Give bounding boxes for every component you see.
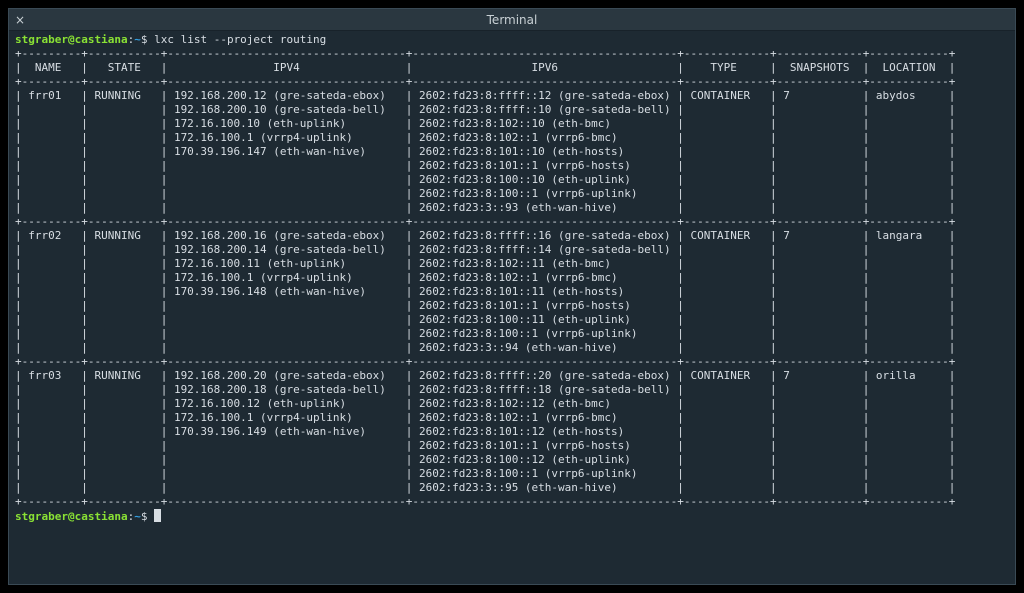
terminal-window: × Terminal stgraber@castiana:~$ lxc list…	[8, 8, 1016, 585]
close-icon[interactable]: ×	[9, 9, 31, 31]
prompt-userhost: stgraber@castiana	[15, 33, 128, 46]
prompt-userhost: stgraber@castiana	[15, 510, 128, 523]
titlebar[interactable]: × Terminal	[9, 9, 1015, 31]
command-text: lxc list --project routing	[154, 33, 326, 46]
prompt-cwd: ~	[134, 33, 141, 46]
prompt-sigil: $	[141, 510, 154, 523]
lxc-list-output: +---------+-----------+-----------------…	[15, 47, 955, 508]
prompt-sigil: $	[141, 33, 154, 46]
close-glyph: ×	[15, 13, 25, 27]
prompt-cwd: ~	[134, 510, 141, 523]
window-title: Terminal	[9, 13, 1015, 27]
cursor	[154, 509, 161, 522]
terminal-body[interactable]: stgraber@castiana:~$ lxc list --project …	[9, 31, 1015, 584]
